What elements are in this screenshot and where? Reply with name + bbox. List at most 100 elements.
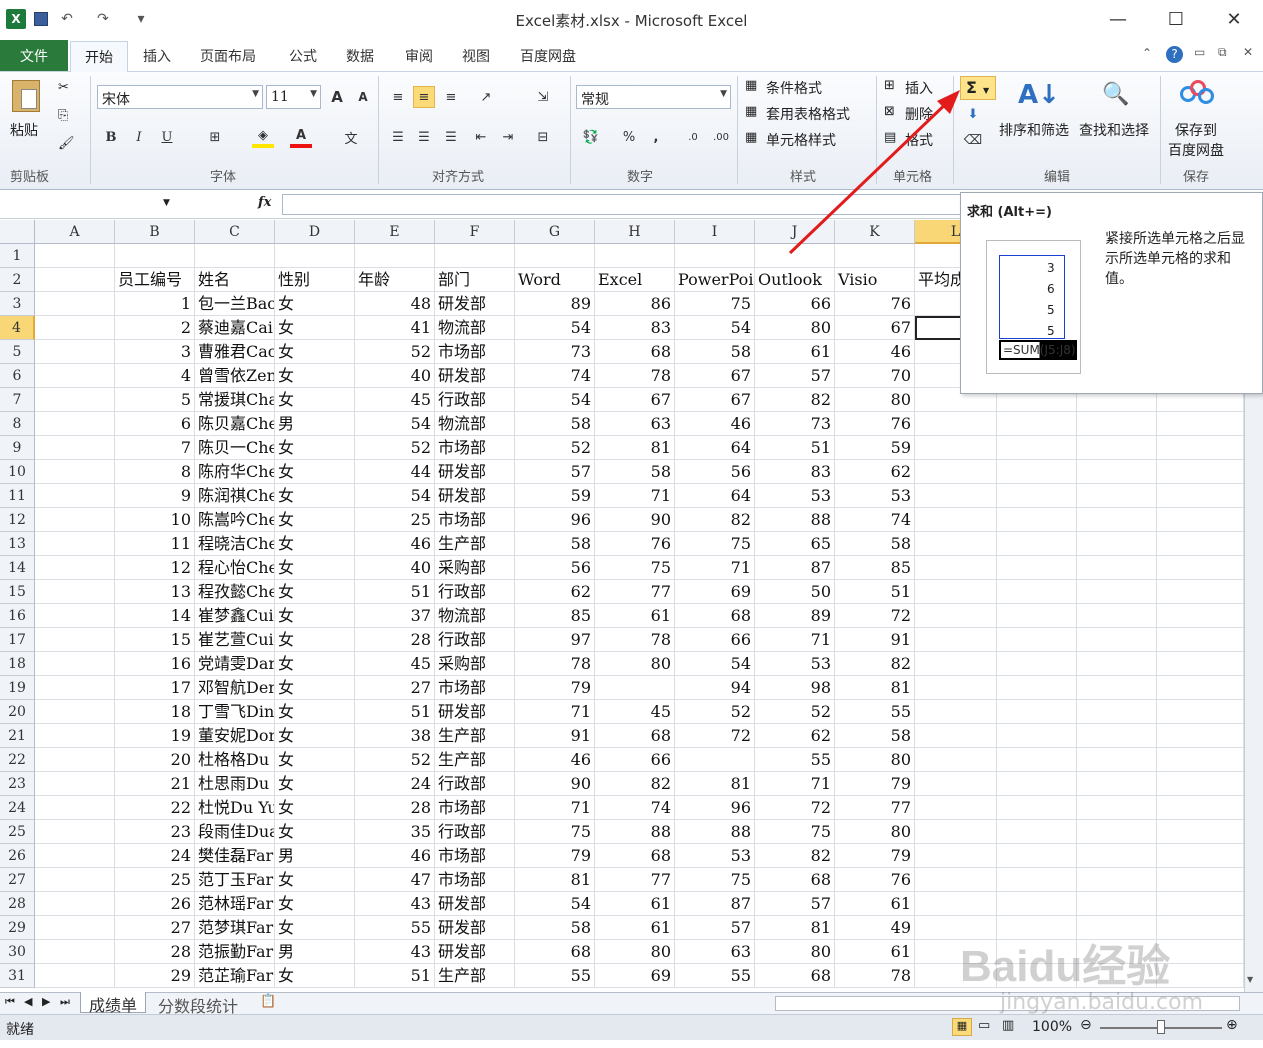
cell[interactable] xyxy=(275,244,355,268)
row-header-2[interactable]: 2 xyxy=(0,268,35,292)
cell[interactable] xyxy=(595,244,675,268)
table-cell[interactable]: 曾雪依Zen xyxy=(195,364,275,388)
table-format-icon[interactable]: ▦ xyxy=(745,104,757,119)
table-cell[interactable]: 46 xyxy=(355,532,435,556)
cell[interactable] xyxy=(1157,796,1244,820)
cell[interactable] xyxy=(1077,796,1157,820)
table-cell[interactable]: 44 xyxy=(355,460,435,484)
cell[interactable] xyxy=(35,916,115,940)
tab-insert[interactable]: 插入 xyxy=(143,46,171,66)
table-cell[interactable]: 87 xyxy=(755,556,835,580)
cell[interactable] xyxy=(997,796,1077,820)
table-cell[interactable]: 37 xyxy=(355,604,435,628)
table-cell[interactable]: 88 xyxy=(595,820,675,844)
table-cell[interactable]: 72 xyxy=(835,604,915,628)
table-cell[interactable]: 行政部 xyxy=(435,580,515,604)
table-cell[interactable]: 17 xyxy=(115,676,195,700)
cell[interactable] xyxy=(1157,652,1244,676)
format-cells-icon[interactable]: ▤ xyxy=(884,130,896,145)
table-cell[interactable]: 80 xyxy=(835,820,915,844)
cell[interactable] xyxy=(515,244,595,268)
table-cell[interactable]: 7 xyxy=(115,436,195,460)
cell[interactable] xyxy=(1157,580,1244,604)
table-cell[interactable]: 75 xyxy=(515,820,595,844)
cell[interactable] xyxy=(1157,628,1244,652)
cell[interactable] xyxy=(915,604,997,628)
table-cell[interactable]: 21 xyxy=(115,772,195,796)
cell[interactable] xyxy=(435,244,515,268)
table-cell[interactable]: 女 xyxy=(275,772,355,796)
table-cell[interactable]: 常援琪Cha xyxy=(195,388,275,412)
row-header-26[interactable]: 26 xyxy=(0,844,35,868)
table-cell[interactable]: 47 xyxy=(355,868,435,892)
table-cell[interactable]: 52 xyxy=(755,700,835,724)
phonetic-icon[interactable]: 文 xyxy=(340,126,362,148)
table-cell[interactable]: 市场部 xyxy=(435,844,515,868)
table-cell[interactable]: 物流部 xyxy=(435,316,515,340)
tab-file[interactable]: 文件 xyxy=(0,40,68,71)
table-cell[interactable]: 96 xyxy=(675,796,755,820)
cell[interactable] xyxy=(35,292,115,316)
cell[interactable] xyxy=(1077,868,1157,892)
cell[interactable] xyxy=(915,652,997,676)
decrease-decimal-icon[interactable]: .00 xyxy=(710,126,732,148)
row-header-29[interactable]: 29 xyxy=(0,916,35,940)
cell[interactable] xyxy=(1157,892,1244,916)
table-cell[interactable]: 82 xyxy=(755,388,835,412)
table-cell[interactable]: 女 xyxy=(275,340,355,364)
table-cell[interactable]: 82 xyxy=(755,844,835,868)
tab-formulas[interactable]: 公式 xyxy=(289,46,317,66)
table-cell[interactable]: 90 xyxy=(515,772,595,796)
row-header-3[interactable]: 3 xyxy=(0,292,35,316)
cell[interactable] xyxy=(35,508,115,532)
table-cell[interactable]: 58 xyxy=(515,916,595,940)
table-cell[interactable]: 女 xyxy=(275,628,355,652)
row-header-1[interactable]: 1 xyxy=(0,244,35,268)
cell[interactable] xyxy=(35,604,115,628)
cell[interactable] xyxy=(915,532,997,556)
table-cell[interactable]: 61 xyxy=(835,892,915,916)
table-cell[interactable]: 27 xyxy=(115,916,195,940)
cell[interactable] xyxy=(35,364,115,388)
cell[interactable] xyxy=(35,340,115,364)
column-title-d[interactable]: 性别 xyxy=(275,268,355,292)
table-cell[interactable]: 41 xyxy=(355,316,435,340)
table-cell[interactable]: 邓智航Der xyxy=(195,676,275,700)
cell[interactable] xyxy=(355,244,435,268)
row-header-6[interactable]: 6 xyxy=(0,364,35,388)
font-size-combo[interactable]: 11 ▼ xyxy=(266,85,321,109)
cell[interactable] xyxy=(35,484,115,508)
cut-icon[interactable]: ✂ xyxy=(58,80,69,95)
cell[interactable] xyxy=(35,580,115,604)
cell[interactable] xyxy=(115,244,195,268)
table-cell[interactable]: 40 xyxy=(355,364,435,388)
table-cell[interactable]: 81 xyxy=(755,916,835,940)
row-header-19[interactable]: 19 xyxy=(0,676,35,700)
table-cell[interactable]: 46 xyxy=(675,412,755,436)
row-header-4[interactable]: 4 xyxy=(0,316,35,340)
table-cell[interactable]: 范芷瑜Far xyxy=(195,964,275,988)
table-cell[interactable]: 46 xyxy=(835,340,915,364)
cell[interactable] xyxy=(997,724,1077,748)
table-cell[interactable]: 69 xyxy=(595,964,675,988)
table-cell[interactable]: 73 xyxy=(755,412,835,436)
zoom-out-icon[interactable]: ⊖ xyxy=(1080,1017,1092,1033)
number-format-combo[interactable]: 常规 ▼ xyxy=(576,85,731,109)
table-cell[interactable]: 53 xyxy=(675,844,755,868)
bold-button[interactable]: B xyxy=(100,126,122,148)
table-cell[interactable]: 51 xyxy=(755,436,835,460)
table-cell[interactable]: 55 xyxy=(355,916,435,940)
paste-button[interactable]: 粘贴 xyxy=(10,120,38,140)
table-cell[interactable]: 45 xyxy=(355,388,435,412)
column-header-j[interactable]: J xyxy=(755,220,835,244)
cell[interactable] xyxy=(1077,436,1157,460)
cell[interactable] xyxy=(1077,700,1157,724)
table-cell[interactable]: 69 xyxy=(675,580,755,604)
table-cell[interactable]: 研发部 xyxy=(435,484,515,508)
cell[interactable] xyxy=(1077,676,1157,700)
table-cell[interactable]: 女 xyxy=(275,868,355,892)
table-cell[interactable]: 97 xyxy=(515,628,595,652)
table-cell[interactable]: 67 xyxy=(675,388,755,412)
column-title-e[interactable]: 年龄 xyxy=(355,268,435,292)
table-cell[interactable]: 70 xyxy=(835,364,915,388)
